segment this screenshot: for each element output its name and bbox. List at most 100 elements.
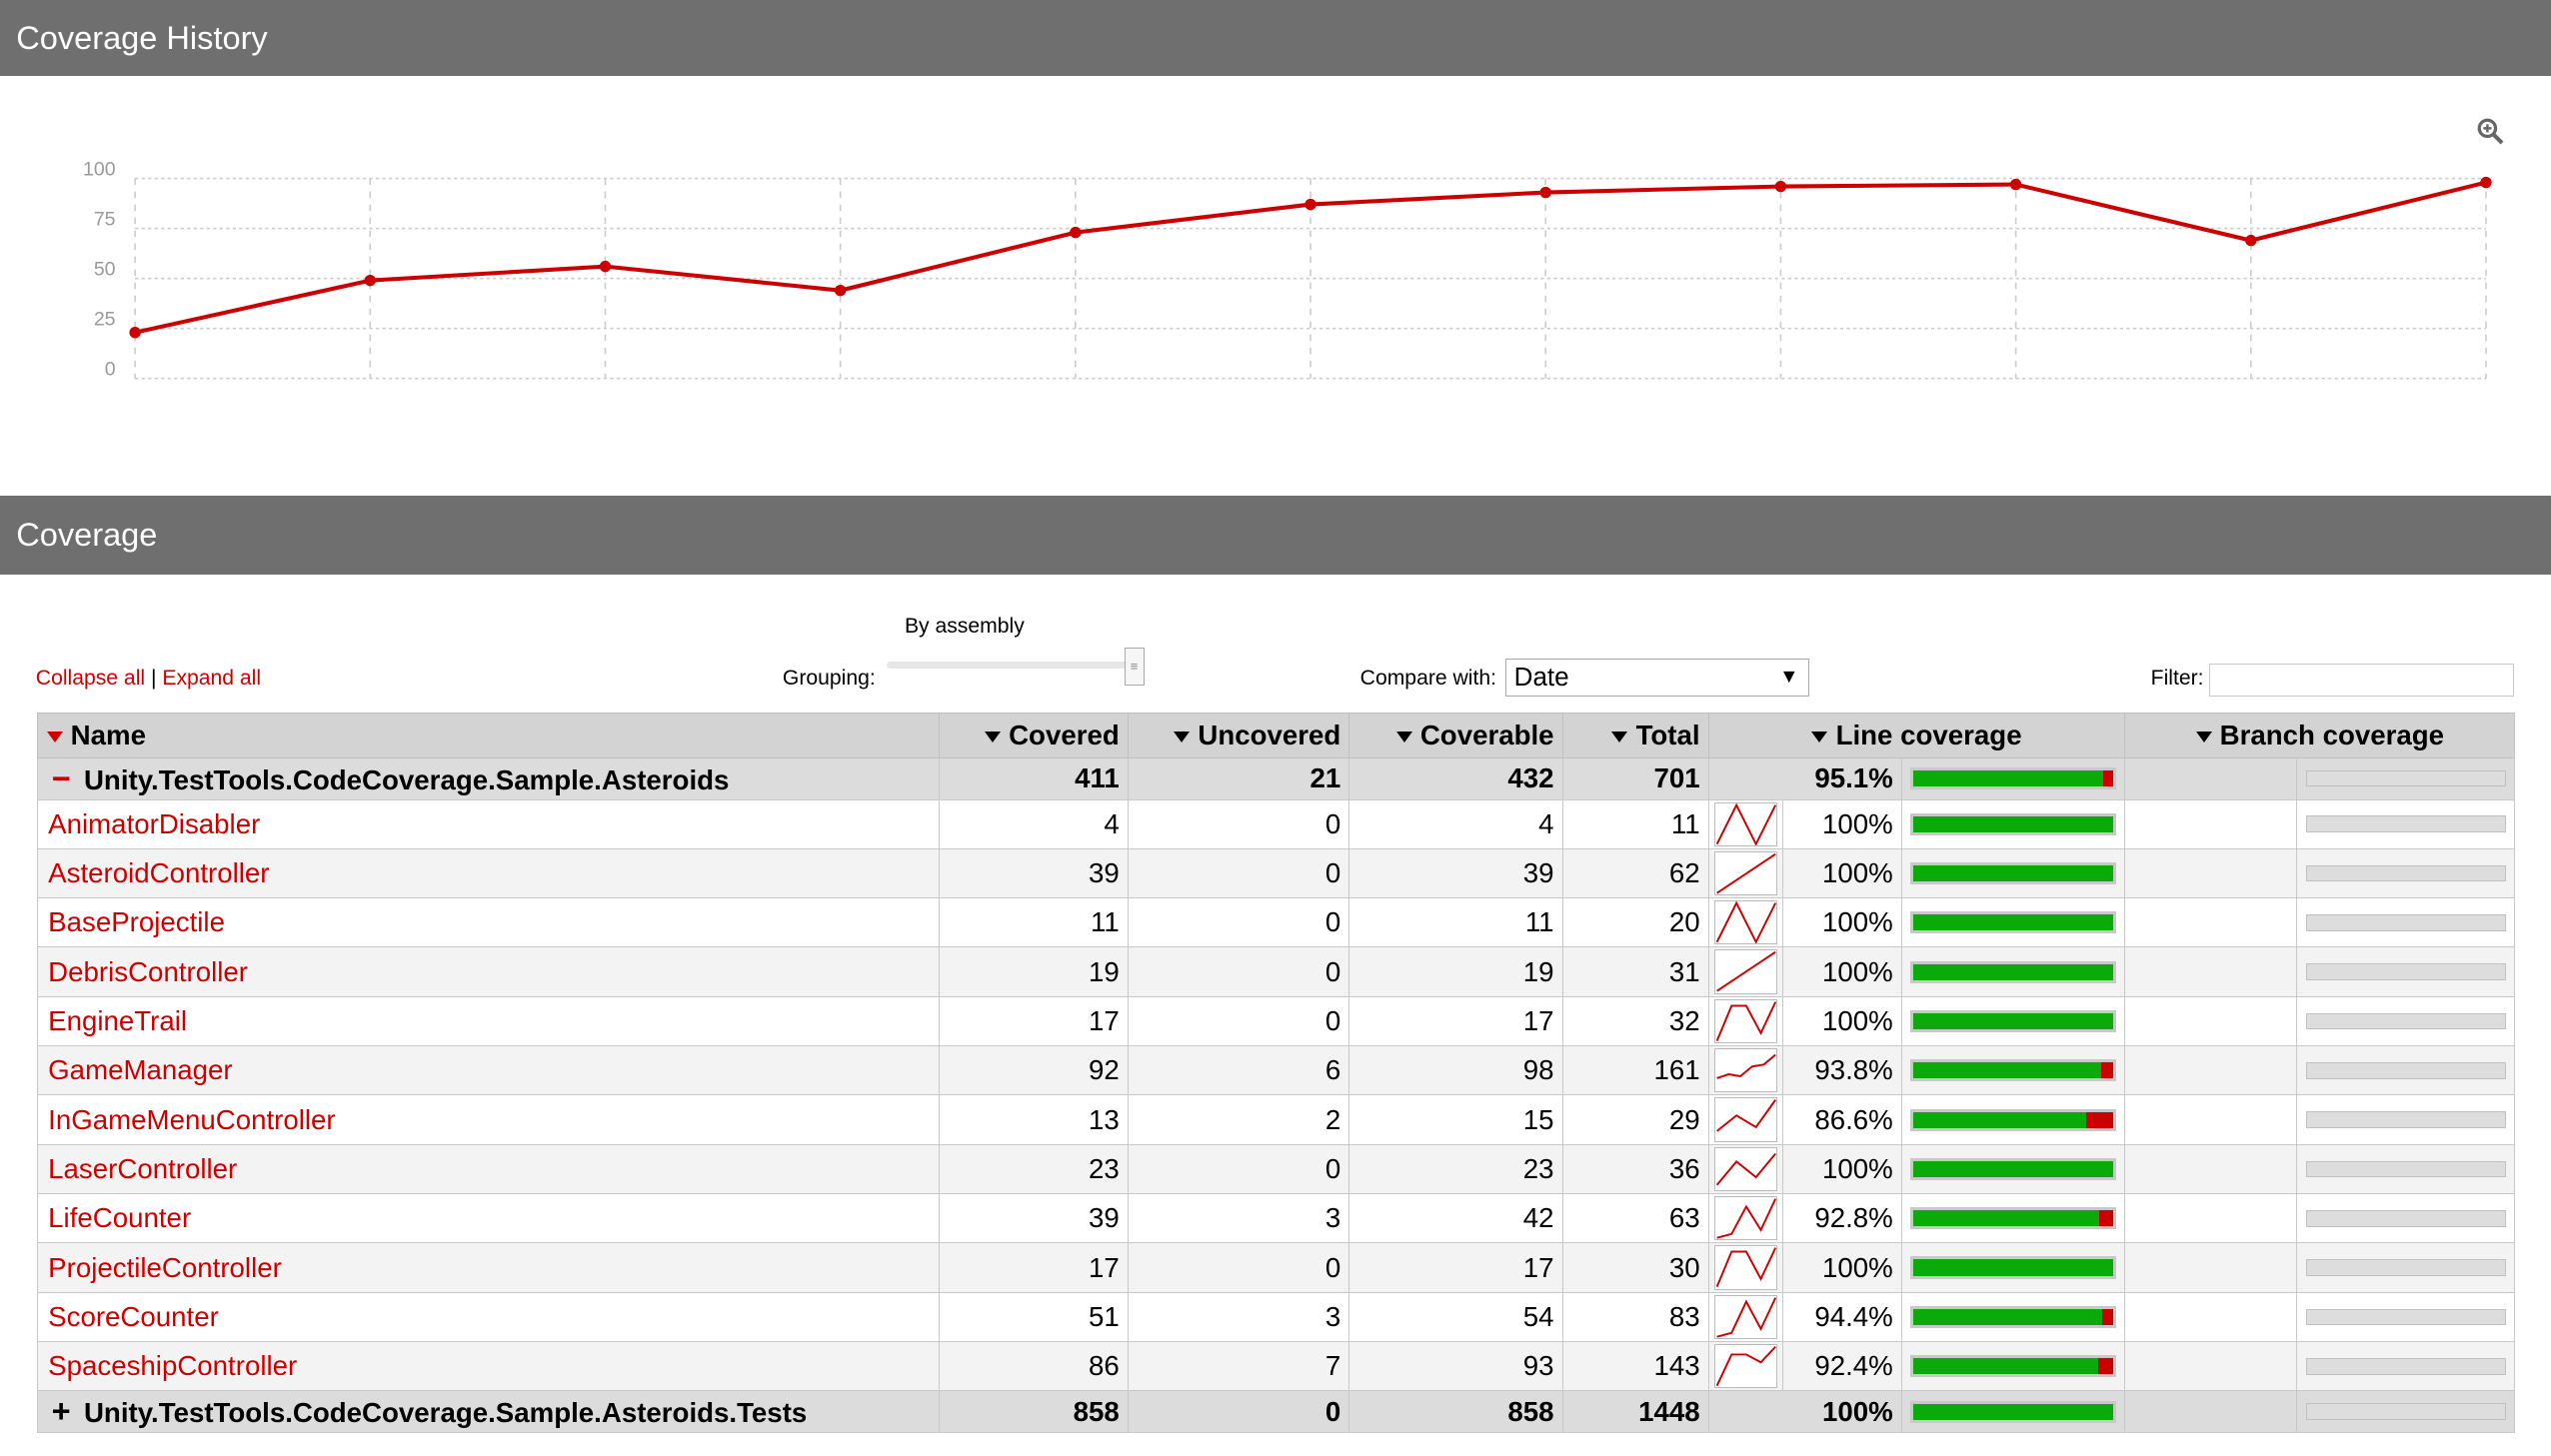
history-sparkline bbox=[1713, 1344, 1778, 1389]
class-row: DebrisController 19 0 19 31 100% bbox=[37, 946, 2516, 997]
uncovered-fill bbox=[2100, 1062, 2114, 1079]
line-coverage-pct: 100% bbox=[1782, 798, 1902, 849]
covered-cell: 17 bbox=[938, 995, 1129, 1047]
class-link[interactable]: LifeCounter bbox=[48, 1202, 191, 1233]
collapse-icon[interactable]: − bbox=[48, 760, 74, 797]
class-link[interactable]: GameManager bbox=[48, 1054, 232, 1085]
class-link[interactable]: AnimatorDisabler bbox=[48, 808, 260, 839]
class-link[interactable]: DebrisController bbox=[48, 956, 248, 987]
covered-cell: 17 bbox=[938, 1242, 1129, 1293]
expand-all-link[interactable]: Expand all bbox=[162, 667, 261, 690]
coverable-cell: 93 bbox=[1348, 1341, 1563, 1392]
uncovered-cell: 21 bbox=[1127, 756, 1350, 800]
compare-select[interactable]: Date ▼ bbox=[1504, 659, 1810, 697]
total-cell: 161 bbox=[1561, 1045, 1709, 1096]
line-coverage-pct: 100% bbox=[1782, 995, 1902, 1047]
class-link[interactable]: LaserController bbox=[48, 1153, 237, 1184]
data-point bbox=[2245, 235, 2257, 247]
column-header-name[interactable]: Name bbox=[37, 712, 940, 758]
assembly-row[interactable]: + Unity.TestTools.CodeCoverage.Sample.Ast… bbox=[37, 1390, 2516, 1434]
covered-fill bbox=[1913, 1111, 2087, 1128]
data-point bbox=[1304, 199, 1316, 211]
collapse-all-link[interactable]: Collapse all bbox=[36, 667, 145, 690]
uncovered-cell: 3 bbox=[1127, 1291, 1350, 1343]
coverage-bar bbox=[1910, 1256, 2117, 1279]
data-point bbox=[364, 275, 376, 287]
grouping-value: By assembly bbox=[904, 615, 1025, 639]
data-point bbox=[834, 285, 847, 297]
class-row: BaseProjectile 11 0 11 20 100% bbox=[37, 897, 2516, 948]
coverable-cell: 39 bbox=[1348, 847, 1563, 899]
branch-coverage-bar bbox=[2305, 1403, 2507, 1421]
line-coverage-pct: 100% bbox=[1707, 1390, 1902, 1434]
class-link[interactable]: BaseProjectile bbox=[48, 906, 225, 937]
covered-fill bbox=[1913, 1210, 2099, 1227]
header-label: Coverable bbox=[1419, 719, 1554, 750]
column-header-line-coverage[interactable]: Line coverage bbox=[1707, 712, 2126, 758]
total-cell: 31 bbox=[1561, 946, 1709, 997]
line-coverage-pct: 100% bbox=[1782, 1143, 1902, 1195]
covered-cell: 86 bbox=[938, 1341, 1129, 1392]
zoom-in-icon[interactable] bbox=[2476, 117, 2505, 146]
line-coverage-pct: 92.8% bbox=[1782, 1193, 1902, 1244]
uncovered-cell: 0 bbox=[1127, 1143, 1350, 1195]
sort-arrow-icon bbox=[2195, 731, 2212, 742]
grouping-slider[interactable] bbox=[887, 662, 1140, 669]
data-point bbox=[2480, 177, 2492, 189]
uncovered-fill bbox=[2097, 1358, 2114, 1375]
total-cell: 1448 bbox=[1561, 1390, 1709, 1434]
coverage-bar bbox=[1910, 911, 2117, 934]
column-header-coverable[interactable]: Coverable bbox=[1348, 712, 1563, 758]
class-link[interactable]: EngineTrail bbox=[48, 1005, 187, 1036]
total-cell: 32 bbox=[1561, 995, 1709, 1047]
slider-handle[interactable]: ≡ bbox=[1124, 647, 1145, 686]
total-cell: 20 bbox=[1561, 897, 1709, 948]
coverable-cell: 17 bbox=[1348, 1242, 1563, 1293]
filter-input[interactable] bbox=[2209, 664, 2514, 697]
class-row: LifeCounter 39 3 42 63 92.8% bbox=[37, 1193, 2516, 1244]
branch-coverage-bar bbox=[2305, 1259, 2507, 1276]
coverable-cell: 42 bbox=[1348, 1193, 1563, 1244]
history-sparkline bbox=[1713, 1294, 1778, 1340]
covered-fill bbox=[1913, 1403, 2114, 1420]
uncovered-cell: 0 bbox=[1127, 995, 1350, 1047]
branch-coverage-bar bbox=[2305, 1209, 2507, 1227]
coverable-cell: 11 bbox=[1348, 897, 1563, 948]
total-cell: 62 bbox=[1561, 847, 1709, 899]
class-link[interactable]: ProjectileController bbox=[48, 1252, 282, 1283]
uncovered-fill bbox=[2086, 1111, 2114, 1128]
assembly-row[interactable]: − Unity.TestTools.CodeCoverage.Sample.Ast… bbox=[37, 756, 2516, 800]
history-sparkline bbox=[1713, 1097, 1778, 1142]
expand-icon[interactable]: + bbox=[48, 1393, 74, 1430]
covered-cell: 92 bbox=[938, 1045, 1129, 1096]
uncovered-cell: 0 bbox=[1127, 946, 1350, 997]
column-header-covered[interactable]: Covered bbox=[938, 712, 1129, 758]
column-header-uncovered[interactable]: Uncovered bbox=[1127, 712, 1350, 758]
coverable-cell: 4 bbox=[1348, 798, 1563, 849]
compare-label: Compare with: bbox=[1359, 667, 1496, 691]
coverage-bar bbox=[1910, 767, 2117, 790]
coverable-cell: 54 bbox=[1348, 1291, 1563, 1343]
assembly-name: Unity.TestTools.CodeCoverage.Sample.Aste… bbox=[83, 763, 730, 795]
sort-arrow-icon bbox=[1611, 731, 1628, 742]
total-cell: 30 bbox=[1561, 1242, 1709, 1293]
class-link[interactable]: InGameMenuController bbox=[48, 1104, 335, 1135]
class-link[interactable]: SpaceshipController bbox=[48, 1350, 297, 1381]
data-point bbox=[1070, 227, 1082, 239]
column-header-total[interactable]: Total bbox=[1561, 712, 1709, 758]
coverage-bar bbox=[1910, 1305, 2117, 1329]
header-label: Line coverage bbox=[1835, 719, 2022, 750]
grouping-label: Grouping: bbox=[782, 667, 876, 691]
class-link[interactable]: ScoreCounter bbox=[48, 1301, 219, 1332]
coverage-bar bbox=[1910, 1009, 2117, 1033]
column-header-branch-coverage[interactable]: Branch coverage bbox=[2124, 712, 2516, 758]
class-row: SpaceshipController 86 7 93 143 92.4% bbox=[37, 1341, 2516, 1392]
y-tick-label: 75 bbox=[94, 209, 116, 231]
class-link[interactable]: AsteroidController bbox=[48, 857, 269, 888]
coverable-cell: 858 bbox=[1348, 1390, 1563, 1434]
line-coverage-pct: 92.4% bbox=[1782, 1341, 1902, 1392]
uncovered-fill bbox=[2101, 1308, 2114, 1326]
coverage-header: Coverage bbox=[0, 496, 2551, 575]
uncovered-cell: 7 bbox=[1127, 1341, 1350, 1392]
line-coverage-pct: 94.4% bbox=[1782, 1291, 1902, 1343]
